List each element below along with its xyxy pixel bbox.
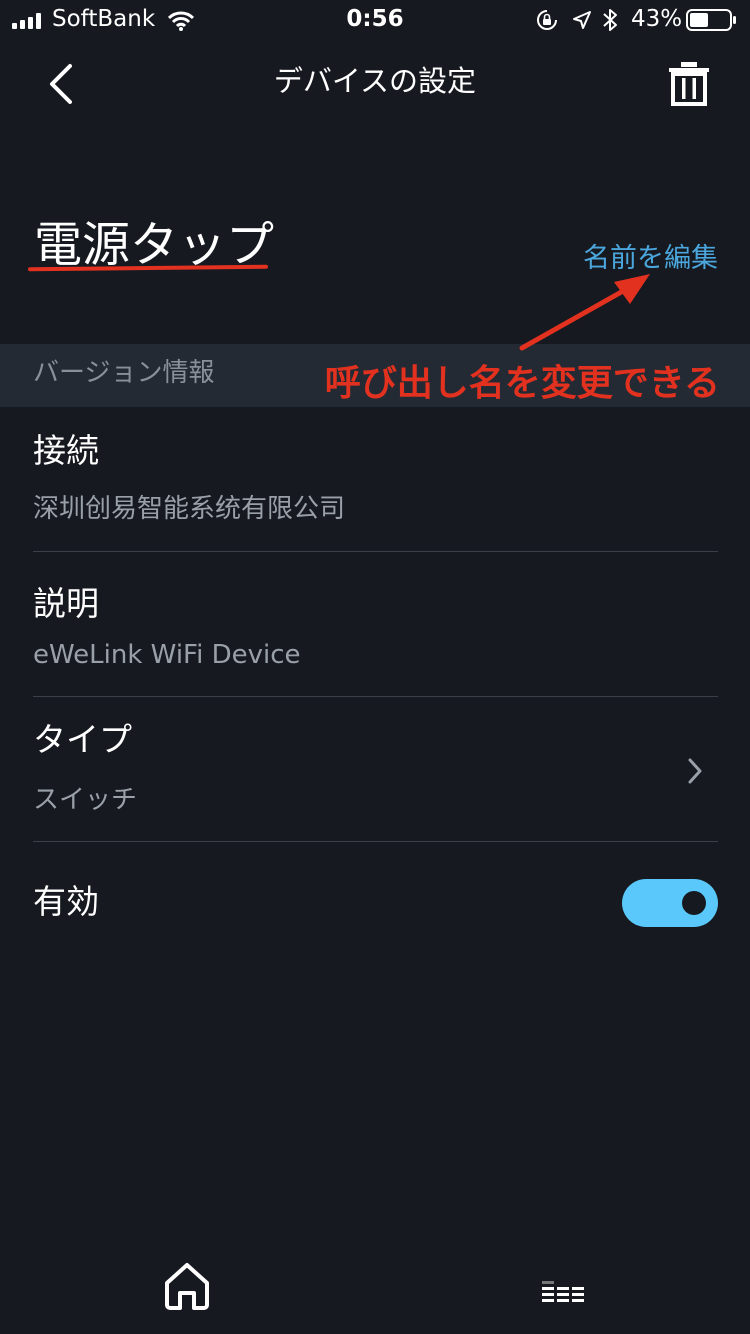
annotation-text: 呼び出し名を変更できる <box>324 363 720 404</box>
bluetooth-icon <box>603 9 617 31</box>
divider <box>33 841 718 842</box>
row-title-type[interactable]: タイプ <box>33 713 132 761</box>
page-title: デバイスの設定 <box>273 64 477 98</box>
divider <box>33 551 718 552</box>
devices-list-icon[interactable] <box>542 1279 584 1305</box>
toggle-knob <box>682 891 706 915</box>
enabled-toggle[interactable] <box>622 879 718 927</box>
divider <box>33 696 718 697</box>
version-label: バージョン情報 <box>33 358 215 388</box>
trash-icon[interactable] <box>668 62 710 106</box>
row-title-enabled: 有効 <box>33 882 99 921</box>
chevron-right-icon[interactable] <box>686 757 704 785</box>
orientation-lock-icon <box>537 10 557 30</box>
status-bar: SoftBank 0:56 43% <box>0 0 750 40</box>
annotation-arrow <box>519 274 650 351</box>
row-value-description: eWeLink WiFi Device <box>33 640 301 670</box>
row-title-description: 説明 <box>33 584 99 623</box>
row-value-type: スイッチ <box>33 785 138 815</box>
row-title-connection: 接続 <box>33 431 99 470</box>
home-icon[interactable] <box>163 1261 211 1311</box>
location-icon <box>573 11 591 29</box>
battery-percent: 43% <box>631 6 683 32</box>
row-value-connection: 深圳创易智能系统有限公司 <box>33 494 346 524</box>
battery-icon <box>686 9 736 31</box>
